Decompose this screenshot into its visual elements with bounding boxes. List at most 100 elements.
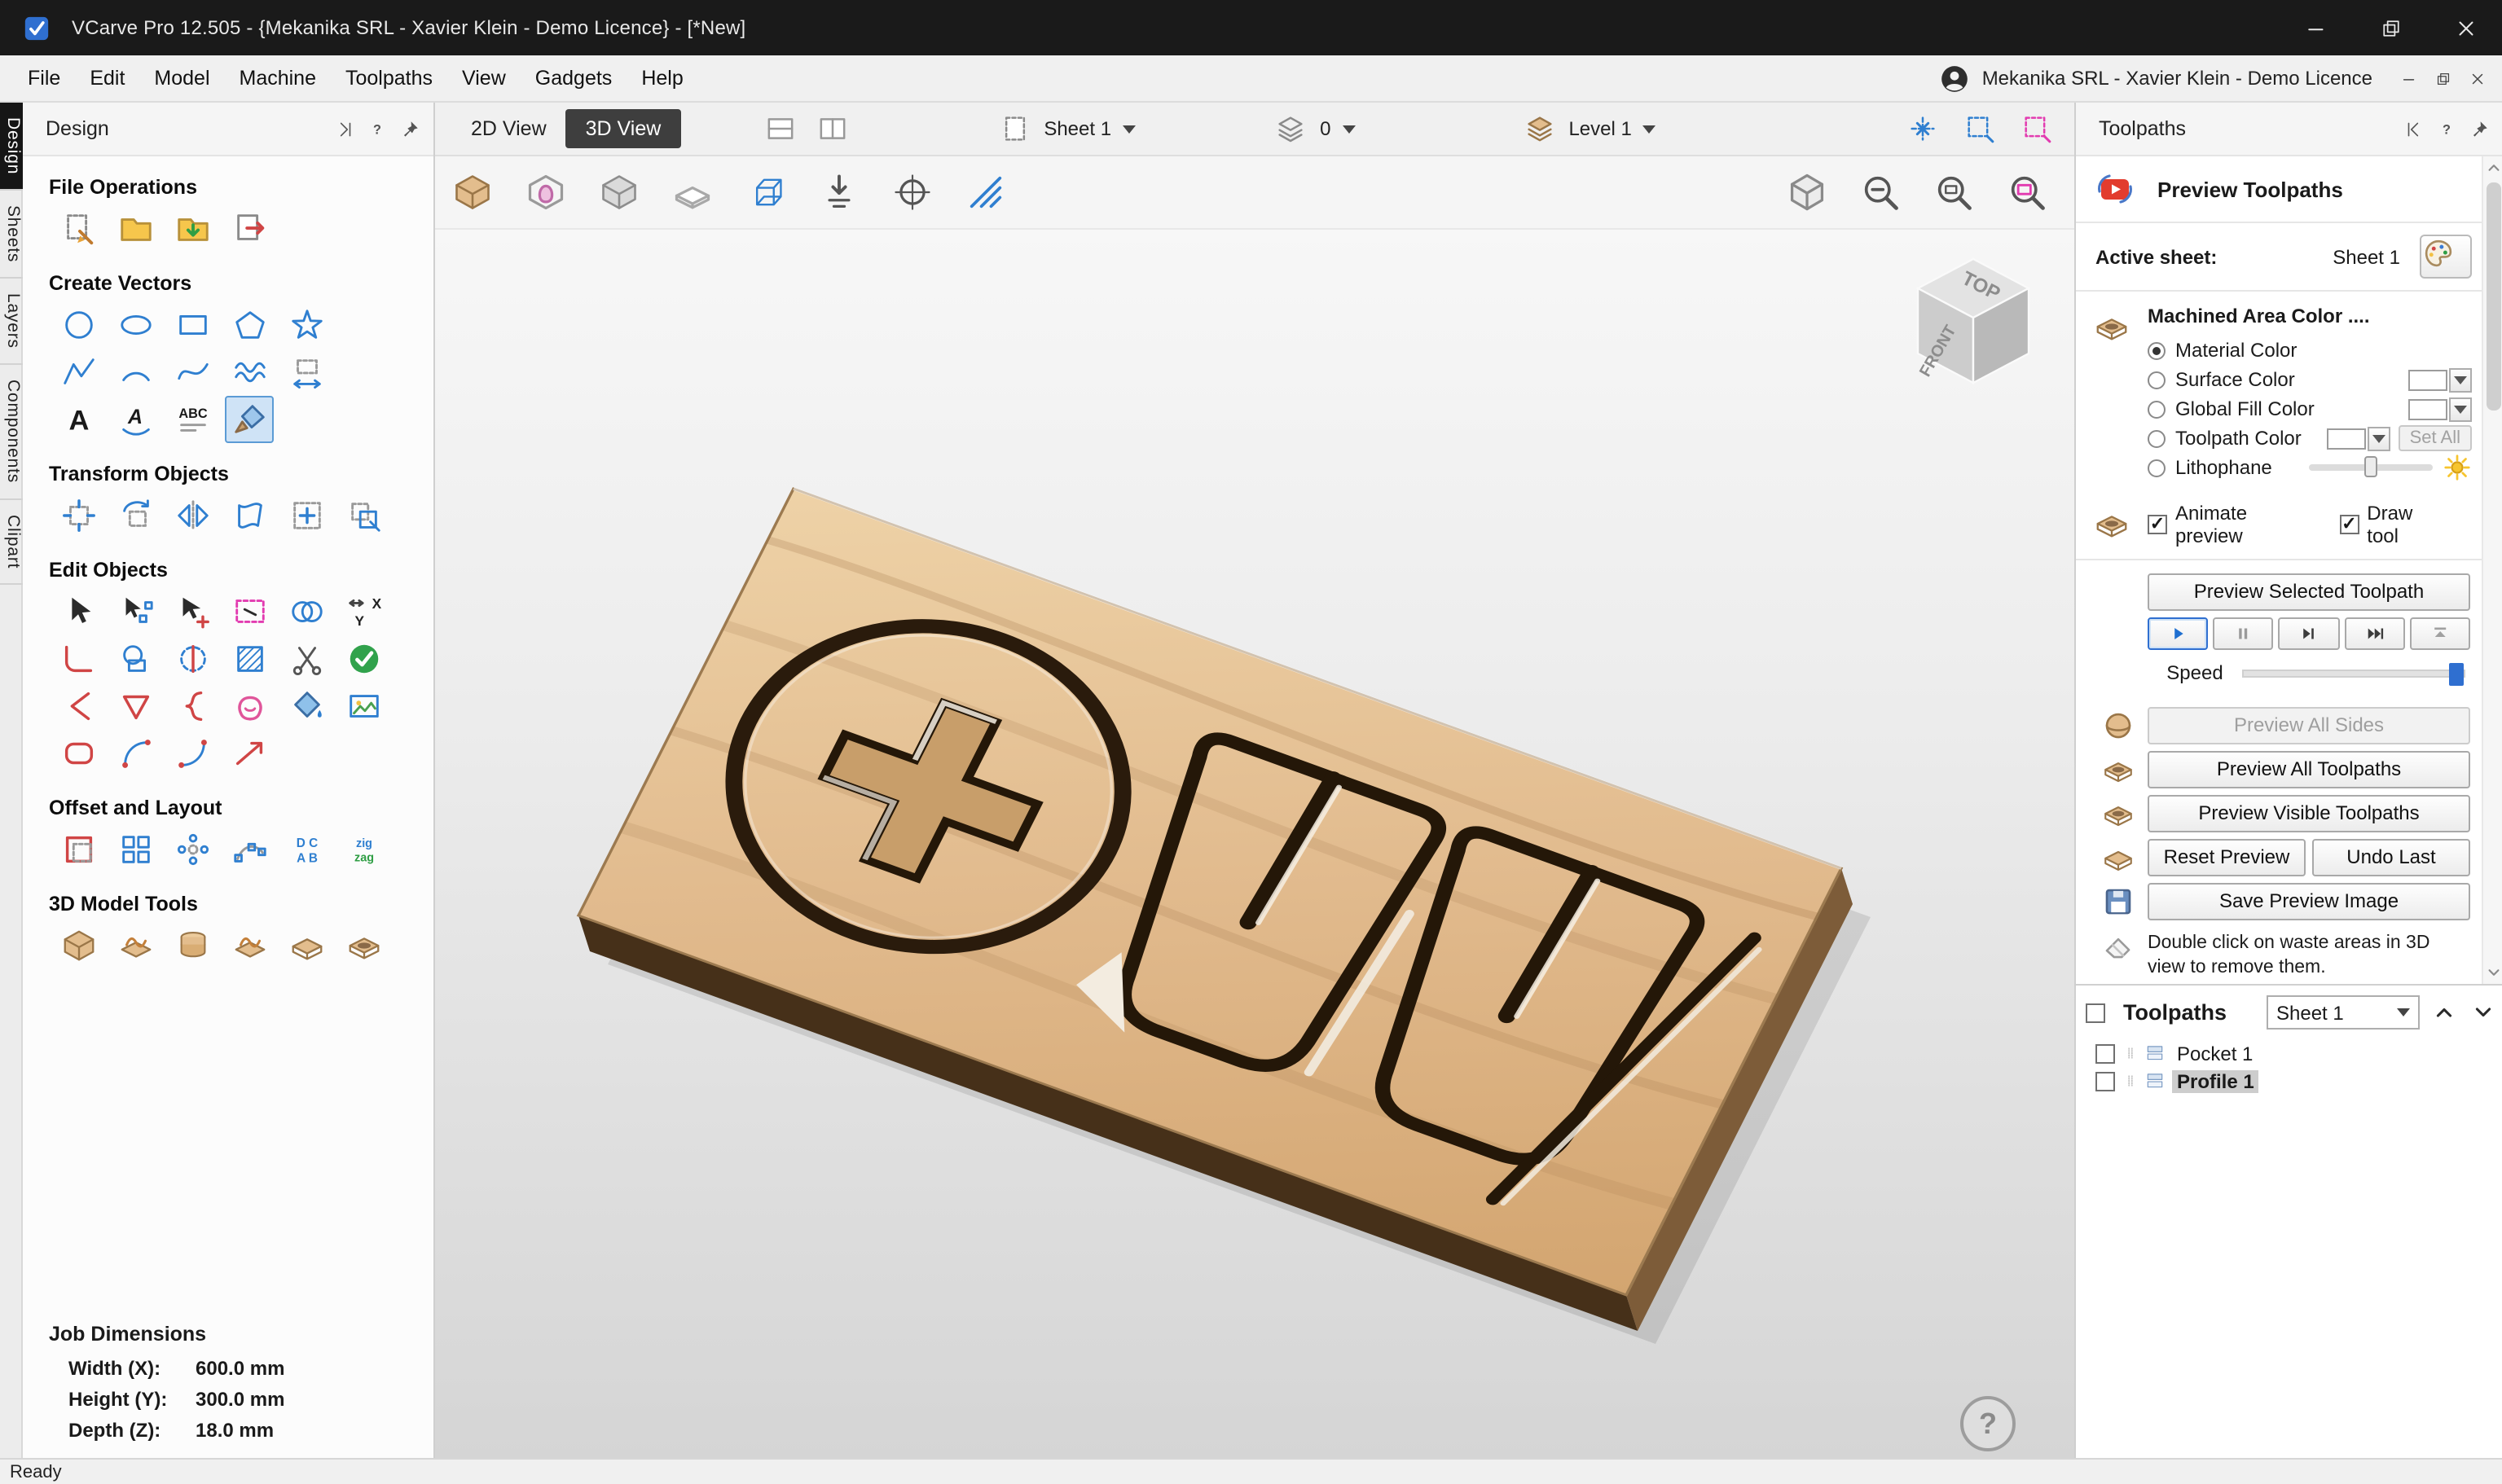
side-tab-layers[interactable]: Layers	[0, 279, 23, 365]
scale-object-icon[interactable]	[339, 492, 388, 539]
menu-machine[interactable]: Machine	[225, 67, 332, 90]
pin-icon[interactable]	[2469, 118, 2490, 139]
measure-tool-icon[interactable]: XY	[339, 588, 388, 635]
datum-toggle-icon[interactable]	[885, 165, 940, 220]
split-horizontal-icon[interactable]	[759, 109, 801, 148]
collapse-panel-icon[interactable]	[2403, 118, 2425, 139]
mirror-object-icon[interactable]	[168, 492, 217, 539]
restore-button[interactable]	[2353, 0, 2428, 55]
chamfer-tool-icon[interactable]	[54, 683, 103, 730]
view-cube[interactable]: TOP FRONT	[1902, 249, 2045, 393]
preview-selected-toolpath-button[interactable]: Preview Selected Toolpath	[2148, 573, 2470, 611]
surface-color-dropdown[interactable]	[2449, 367, 2472, 392]
add-3d-model-icon[interactable]	[54, 922, 103, 969]
split-vertical-icon[interactable]	[811, 109, 853, 148]
preview-all-sides-button[interactable]: Preview All Sides	[2148, 707, 2470, 744]
scroll-down-icon[interactable]	[2482, 961, 2502, 984]
draw-dimension-icon[interactable]	[282, 349, 331, 396]
close-button[interactable]	[2428, 0, 2502, 55]
move-toolpath-up-button[interactable]	[2429, 995, 2459, 1030]
animate-preview-checkbox[interactable]	[2148, 515, 2167, 534]
slice-3d-icon[interactable]	[339, 922, 388, 969]
align-objects-icon[interactable]	[282, 492, 331, 539]
run-to-end-button[interactable]	[2344, 617, 2404, 650]
circular-copy-icon[interactable]	[168, 826, 217, 873]
collapse-panel-icon[interactable]	[334, 118, 355, 139]
global-fill-color-swatch[interactable]	[2408, 398, 2447, 419]
quick-text-icon[interactable]: ABC	[168, 396, 217, 443]
step-forward-button[interactable]	[2279, 617, 2339, 650]
weld-vectors-icon[interactable]	[111, 635, 160, 683]
radio-material-color[interactable]: Material Color	[2148, 336, 2472, 365]
cut-tool-icon[interactable]	[282, 635, 331, 683]
validate-tool-icon[interactable]	[339, 635, 388, 683]
guides-toggle-icon[interactable]	[1959, 109, 2001, 148]
toolpath-checkbox[interactable]	[2095, 1071, 2115, 1091]
import-vectors-icon[interactable]	[168, 205, 217, 252]
selection-box-toggle-icon[interactable]	[2016, 109, 2058, 148]
lithophane-slider[interactable]	[2309, 464, 2433, 471]
doc-restore-icon[interactable]	[2434, 69, 2452, 87]
new-file-icon[interactable]	[54, 205, 103, 252]
box-select-tool-icon[interactable]	[225, 588, 274, 635]
zoom-selection-icon[interactable]	[1999, 165, 2055, 220]
global-fill-color-dropdown[interactable]	[2449, 397, 2472, 421]
select-tool-icon[interactable]	[54, 588, 103, 635]
tab-2d-view[interactable]: 2D View	[451, 109, 566, 148]
menu-file[interactable]: File	[13, 67, 75, 90]
help-button[interactable]: ?	[1960, 1396, 2016, 1451]
snap-toggle-icon[interactable]	[1902, 109, 1944, 148]
solid-model-icon[interactable]	[591, 165, 647, 220]
menu-toolpaths[interactable]: Toolpaths	[331, 67, 447, 90]
distort-object-icon[interactable]	[225, 492, 274, 539]
radio-global-fill-color[interactable]: Global Fill Color	[2148, 394, 2472, 424]
radio-button[interactable]	[2148, 459, 2166, 476]
zoom-out-icon[interactable]	[1853, 165, 1908, 220]
vector-texture-icon[interactable]	[225, 396, 274, 443]
menu-view[interactable]: View	[447, 67, 521, 90]
layer-dropdown[interactable]: 0	[1269, 109, 1355, 148]
save-preview-image-button[interactable]: Save Preview Image	[2148, 883, 2470, 920]
side-tab-design[interactable]: Design	[0, 103, 23, 191]
3d-view-canvas[interactable]: TOP FRONT ?	[435, 230, 2074, 1458]
material-sheet-icon[interactable]	[665, 165, 720, 220]
layout-text-icon[interactable]: D CA B	[282, 826, 331, 873]
draw-arc-text-icon[interactable]: A	[111, 396, 160, 443]
scrollbar-thumb[interactable]	[2486, 182, 2500, 411]
sheet-palette-button[interactable]	[2420, 235, 2472, 279]
draw-ellipse-icon[interactable]	[111, 301, 160, 349]
box-3d-icon[interactable]	[282, 922, 331, 969]
nesting-icon[interactable]: zigzag	[339, 826, 388, 873]
toolpath-checkbox[interactable]	[2095, 1043, 2115, 1063]
triangle-notch-tool-icon[interactable]	[111, 683, 160, 730]
stack-3d-icon[interactable]	[168, 922, 217, 969]
finish-all-button[interactable]	[2410, 617, 2470, 650]
reset-preview-button[interactable]: Reset Preview	[2148, 839, 2306, 876]
slider-handle[interactable]	[2364, 456, 2377, 477]
toolpath-row-profile-1[interactable]: Profile 1	[2076, 1067, 2502, 1095]
set-all-button[interactable]: Set All	[2399, 425, 2472, 451]
toolpath-lines-icon[interactable]	[958, 165, 1014, 220]
texture-3d-icon[interactable]	[225, 922, 274, 969]
toolpath-color-swatch[interactable]	[2327, 428, 2366, 449]
minimize-button[interactable]	[2278, 0, 2353, 55]
draw-polygon-icon[interactable]	[225, 301, 274, 349]
help-icon[interactable]: ?	[2436, 118, 2457, 139]
radio-button[interactable]	[2148, 341, 2166, 359]
export-vectors-icon[interactable]	[225, 205, 274, 252]
draw-freehand-icon[interactable]	[225, 349, 274, 396]
pause-button[interactable]	[2213, 617, 2273, 650]
radio-button[interactable]	[2148, 429, 2166, 447]
undo-last-button[interactable]: Undo Last	[2312, 839, 2470, 876]
tab-3d-view[interactable]: 3D View	[566, 109, 681, 148]
toolpath-name[interactable]: Profile 1	[2172, 1069, 2259, 1092]
help-icon[interactable]: ?	[367, 118, 388, 139]
draw-polyline-icon[interactable]	[54, 349, 103, 396]
side-tab-sheets[interactable]: Sheets	[0, 191, 23, 279]
fillet-tool-icon[interactable]	[54, 635, 103, 683]
radio-surface-color[interactable]: Surface Color	[2148, 365, 2472, 394]
draw-circle-icon[interactable]	[54, 301, 103, 349]
move-toolpath-down-button[interactable]	[2469, 995, 2498, 1030]
radio-lithophane[interactable]: Lithophane	[2148, 453, 2472, 482]
open-file-icon[interactable]	[111, 205, 160, 252]
